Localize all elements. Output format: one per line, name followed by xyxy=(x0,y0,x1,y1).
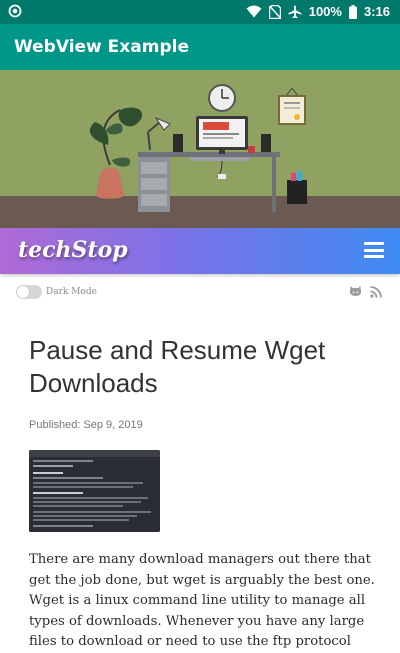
hamburger-menu-icon[interactable] xyxy=(364,242,384,258)
app-bar: WebView Example xyxy=(0,24,400,70)
speaker-icon xyxy=(261,134,271,152)
article-title: Pause and Resume Wget Downloads xyxy=(29,335,326,398)
published-date: Published: Sep 9, 2019 xyxy=(29,419,143,431)
github-icon[interactable] xyxy=(349,285,362,303)
article-thumbnail-image[interactable] xyxy=(29,450,160,532)
no-sim-icon xyxy=(268,4,281,19)
article-body: There are many download managers out the… xyxy=(29,552,375,649)
dark-mode-toggle[interactable]: Dark Mode xyxy=(16,285,97,299)
hero-illustration xyxy=(0,70,400,230)
airplane-icon xyxy=(288,5,302,19)
status-bar: 100% 3:16 xyxy=(0,0,400,24)
mug-icon xyxy=(248,146,255,153)
dark-mode-label: Dark Mode xyxy=(46,287,97,297)
monitor-icon xyxy=(196,116,248,154)
wifi-icon xyxy=(246,5,262,18)
social-links xyxy=(349,285,382,303)
wall-clock-icon xyxy=(208,84,236,112)
site-logo[interactable]: techStop xyxy=(18,237,128,263)
clock: 3:16 xyxy=(363,4,390,19)
notification-dot-icon xyxy=(8,4,22,21)
battery-icon xyxy=(348,4,357,19)
app-title: WebView Example xyxy=(14,37,189,57)
toggle-switch[interactable] xyxy=(16,285,42,299)
rss-icon[interactable] xyxy=(370,285,382,303)
speaker-icon xyxy=(173,134,183,152)
battery-percent: 100% xyxy=(308,4,342,19)
site-header: techStop xyxy=(0,228,400,274)
